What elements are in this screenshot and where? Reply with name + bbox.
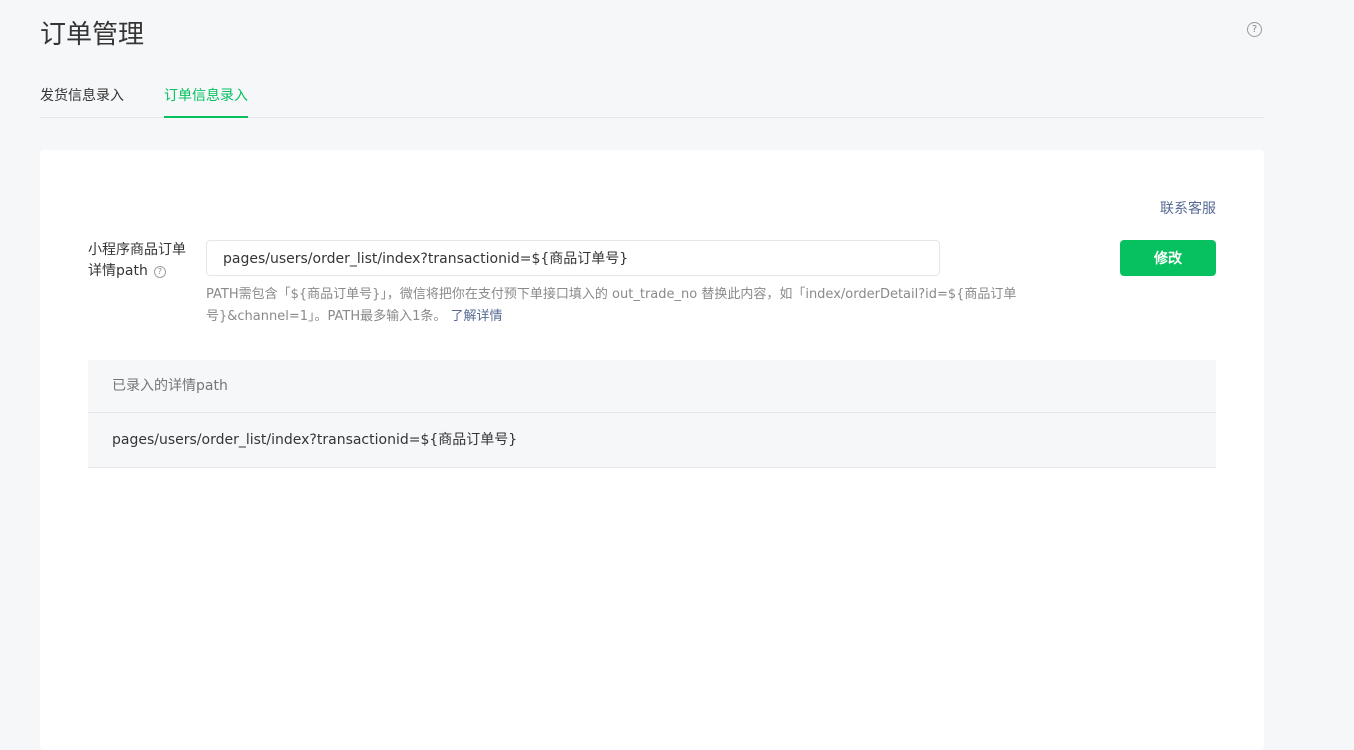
detail-path-label: 小程序商品订单详情path?: [88, 240, 198, 282]
page-title: 订单管理: [40, 20, 145, 50]
tab-bar: 发货信息录入 订单信息录入: [40, 84, 1264, 118]
contact-support-link[interactable]: 联系客服: [1160, 199, 1216, 219]
table-row: pages/users/order_list/index?transaction…: [88, 413, 1216, 468]
question-circle-icon[interactable]: ?: [153, 266, 166, 278]
order-info-card: 联系客服 小程序商品订单详情path? 修改 PATH需包含「${商品订单号}」…: [40, 150, 1264, 750]
tab-shipping-info[interactable]: 发货信息录入: [40, 84, 124, 117]
learn-more-link[interactable]: 了解详情: [451, 309, 503, 324]
detail-path-input[interactable]: [206, 240, 940, 276]
path-hint-text: PATH需包含「${商品订单号}」，微信将把你在支付预下单接口填入的 out_t…: [206, 287, 1017, 324]
table-header: 已录入的详情path: [88, 360, 1216, 413]
modify-button[interactable]: 修改: [1120, 240, 1216, 276]
tab-order-info[interactable]: 订单信息录入: [164, 84, 248, 118]
path-hint: PATH需包含「${商品订单号}」，微信将把你在支付预下单接口填入的 out_t…: [206, 284, 1086, 328]
entered-paths-table: 已录入的详情path pages/users/order_list/index?…: [88, 360, 1216, 468]
detail-path-label-text: 小程序商品订单详情path: [88, 242, 186, 279]
detail-path-form: 小程序商品订单详情path? 修改 PATH需包含「${商品订单号}」，微信将把…: [88, 238, 1216, 328]
question-circle-icon[interactable]: ?: [1247, 22, 1262, 37]
